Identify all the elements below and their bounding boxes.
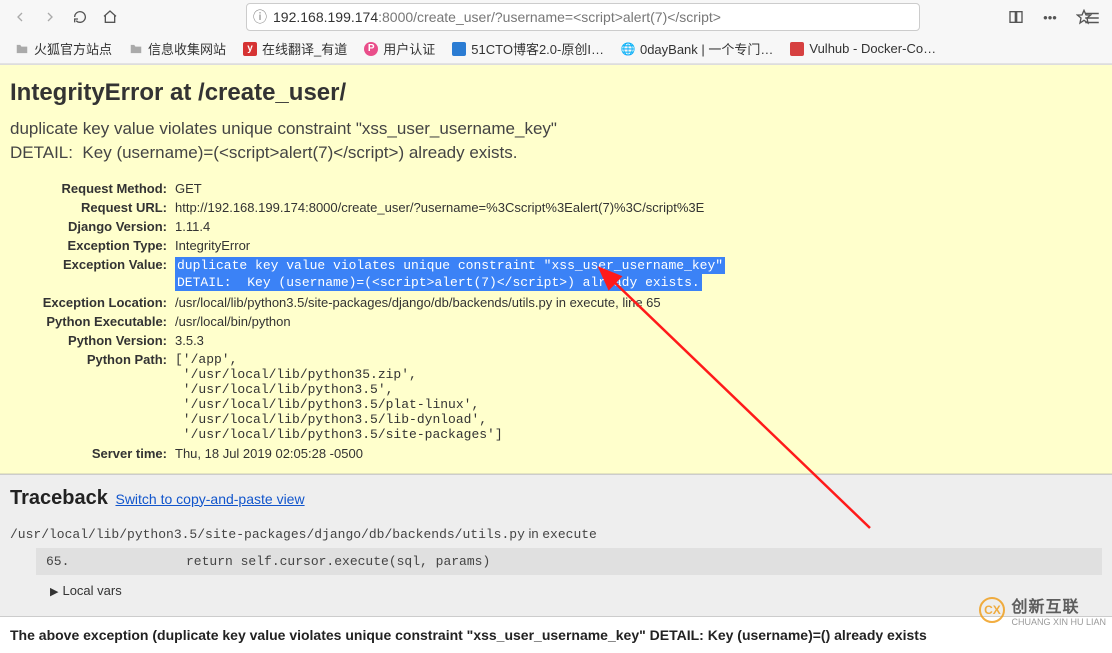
traceback-code-line[interactable]: 65.return self.cursor.execute(sql, param… bbox=[36, 548, 1102, 575]
traceback-heading: Traceback bbox=[10, 487, 108, 510]
bookmark-label: Vulhub - Docker-Co… bbox=[809, 41, 936, 56]
selected-text-line1: duplicate key value violates unique cons… bbox=[175, 257, 725, 274]
bookmark-item[interactable]: P用户认证 bbox=[357, 37, 441, 60]
exception-message: duplicate key value violates unique cons… bbox=[10, 117, 1102, 165]
exception-value-cell[interactable]: duplicate key value violates unique cons… bbox=[175, 255, 725, 293]
meta-value: GET bbox=[175, 179, 725, 198]
nav-forward-button[interactable] bbox=[36, 3, 64, 31]
meta-label: Python Version: bbox=[10, 331, 175, 350]
bookmark-item[interactable]: 火狐官方站点 bbox=[8, 37, 118, 60]
bookmark-item[interactable]: Vulhub - Docker-Co… bbox=[783, 39, 942, 59]
browser-chrome: ⓘ 192.168.199.174:8000/create_user/?user… bbox=[0, 0, 1112, 65]
favicon-icon: P bbox=[363, 41, 379, 57]
favicon-icon bbox=[451, 41, 467, 57]
bookmark-label: 51CTO博客2.0-原创I… bbox=[471, 39, 604, 58]
meta-table: Request Method: GET Request URL: http://… bbox=[10, 179, 725, 463]
info-icon: ⓘ bbox=[253, 7, 267, 27]
watermark: CX 创新互联 CHUANG XIN HU LIAN bbox=[979, 593, 1106, 627]
bookmark-label: 0dayBank | 一个专门… bbox=[640, 39, 773, 58]
chained-exception-text: The above exception (duplicate key value… bbox=[0, 617, 1112, 653]
favicon-icon: y bbox=[242, 41, 258, 57]
django-error-page: IntegrityError at /create_user/ duplicat… bbox=[0, 65, 1112, 653]
meta-value: /usr/local/bin/python bbox=[175, 312, 725, 331]
globe-icon: 🌐 bbox=[620, 41, 636, 57]
meta-value: ['/app', '/usr/local/lib/python35.zip', … bbox=[175, 350, 725, 444]
hamburger-menu-icon[interactable] bbox=[1078, 4, 1106, 32]
nav-reload-button[interactable] bbox=[66, 3, 94, 31]
selected-text-line2: DETAIL: Key (username)=(<script>alert(7)… bbox=[175, 274, 702, 291]
bookmark-label: 火狐官方站点 bbox=[34, 39, 112, 58]
meta-label: Python Executable: bbox=[10, 312, 175, 331]
meta-label: Server time: bbox=[10, 444, 175, 463]
page-title: IntegrityError at /create_user/ bbox=[10, 79, 1102, 107]
local-vars-toggle[interactable]: ▶Local vars bbox=[50, 583, 1102, 598]
meta-label: Exception Type: bbox=[10, 236, 175, 255]
meta-label: Request Method: bbox=[10, 179, 175, 198]
folder-icon bbox=[128, 41, 144, 57]
nav-home-button[interactable] bbox=[96, 3, 124, 31]
meta-value: http://192.168.199.174:8000/create_user/… bbox=[175, 198, 725, 217]
meta-value: /usr/local/lib/python3.5/site-packages/d… bbox=[175, 293, 725, 312]
meta-value: Thu, 18 Jul 2019 02:05:28 -0500 bbox=[175, 444, 725, 463]
watermark-subtext: CHUANG XIN HU LIAN bbox=[1011, 617, 1106, 627]
bookmarks-bar: 火狐官方站点信息收集网站y在线翻译_有道P用户认证51CTO博客2.0-原创I…… bbox=[0, 34, 1112, 64]
bookmark-item[interactable]: 信息收集网站 bbox=[122, 37, 232, 60]
nav-toolbar: ⓘ 192.168.199.174:8000/create_user/?user… bbox=[0, 0, 1112, 34]
bookmark-item[interactable]: y在线翻译_有道 bbox=[236, 37, 353, 60]
meta-value: IntegrityError bbox=[175, 236, 725, 255]
error-summary: IntegrityError at /create_user/ duplicat… bbox=[0, 65, 1112, 474]
address-bar[interactable]: ⓘ 192.168.199.174:8000/create_user/?user… bbox=[246, 3, 920, 31]
traceback-switch-link[interactable]: Switch to copy-and-paste view bbox=[115, 491, 304, 507]
triangle-right-icon: ▶ bbox=[50, 585, 58, 598]
bookmark-label: 信息收集网站 bbox=[148, 39, 226, 58]
meta-label: Exception Location: bbox=[10, 293, 175, 312]
meta-label: Exception Value: bbox=[10, 255, 175, 293]
url-port: :8000 bbox=[378, 9, 413, 25]
bookmark-item[interactable]: 51CTO博客2.0-原创I… bbox=[445, 37, 610, 60]
url-host: 192.168.199.174 bbox=[273, 9, 378, 25]
watermark-text: 创新互联 bbox=[1011, 593, 1106, 617]
favicon-icon bbox=[789, 41, 805, 57]
more-icon[interactable]: ••• bbox=[1036, 3, 1064, 31]
meta-value: 1.11.4 bbox=[175, 217, 725, 236]
meta-label: Request URL: bbox=[10, 198, 175, 217]
meta-value: 3.5.3 bbox=[175, 331, 725, 350]
folder-icon bbox=[14, 41, 30, 57]
bookmark-item[interactable]: 🌐0dayBank | 一个专门… bbox=[614, 37, 779, 60]
traceback-section: Traceback Switch to copy-and-paste view … bbox=[0, 474, 1112, 617]
meta-label: Python Path: bbox=[10, 350, 175, 444]
url-path: /create_user/?username=<script>alert(7)<… bbox=[413, 9, 721, 25]
bookmark-label: 在线翻译_有道 bbox=[262, 39, 347, 58]
traceback-file-line: /usr/local/lib/python3.5/site-packages/d… bbox=[10, 526, 1102, 542]
watermark-logo-icon: CX bbox=[979, 597, 1005, 623]
bookmark-label: 用户认证 bbox=[383, 39, 435, 58]
meta-label: Django Version: bbox=[10, 217, 175, 236]
nav-back-button[interactable] bbox=[6, 3, 34, 31]
reader-mode-icon[interactable] bbox=[1002, 3, 1030, 31]
